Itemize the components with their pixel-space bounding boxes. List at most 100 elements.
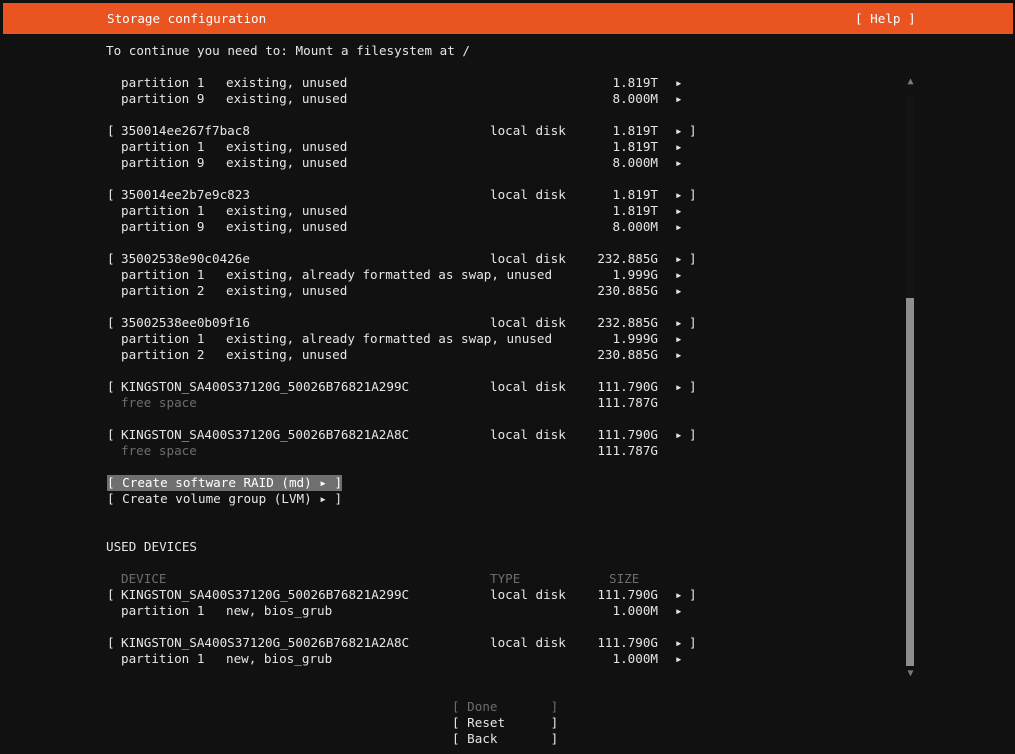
used-device-size: 111.790G [597, 635, 658, 650]
partition-desc: existing, unused [226, 347, 348, 362]
used-device-menu-arrow[interactable]: ▸ [675, 587, 683, 603]
used-device-menu-arrow[interactable]: ▸ [675, 635, 683, 651]
partition-size: 1.000M [612, 651, 659, 666]
partition-size: 1.819T [612, 203, 659, 218]
device-name[interactable]: 350014ee267f7bac8 [121, 123, 250, 139]
free-space-size: 111.787G [597, 395, 658, 410]
partition-desc: new, bios_grub [226, 651, 333, 666]
partition-menu-arrow[interactable]: ▸ [675, 267, 683, 283]
device-name[interactable]: KINGSTON_SA400S37120G_50026B76821A2A8C [121, 427, 409, 443]
header-bar: Storage configuration [ Help ] [3, 3, 1013, 34]
partition-label: partition 2 [121, 347, 205, 362]
device-size: 111.790G [597, 379, 658, 394]
partition-desc: existing, unused [226, 203, 348, 218]
used-device-type: local disk [490, 587, 566, 602]
partition-label: partition 1 [121, 139, 205, 154]
done-button[interactable]: [ Done ] [452, 699, 558, 715]
partition-menu-arrow[interactable]: ▸ [675, 331, 683, 347]
device-open-bracket: [ [107, 315, 115, 330]
device-menu-arrow[interactable]: ▸ [675, 427, 683, 443]
used-device-name[interactable]: KINGSTON_SA400S37120G_50026B76821A2A8C [121, 635, 409, 651]
device-type: local disk [490, 315, 566, 330]
column-header-type: TYPE [490, 571, 521, 586]
device-name[interactable]: 350014ee2b7e9c823 [121, 187, 250, 203]
scroll-up-arrow-icon[interactable]: ▲ [906, 76, 915, 88]
device-menu-arrow[interactable]: ▸ [675, 187, 683, 203]
partition-size: 8.000M [612, 219, 659, 234]
partition-menu-arrow[interactable]: ▸ [675, 75, 683, 91]
partition-label: partition 9 [121, 219, 205, 234]
partition-menu-arrow[interactable]: ▸ [675, 139, 683, 155]
device-size: 232.885G [597, 251, 658, 266]
page-title: Storage configuration [107, 11, 267, 26]
device-close-bracket: ] [689, 379, 697, 394]
instruction-text: To continue you need to: Mount a filesys… [106, 43, 470, 58]
device-name[interactable]: 35002538ee0b09f16 [121, 315, 250, 331]
device-type: local disk [490, 251, 566, 266]
reset-button[interactable]: [ Reset ] [452, 715, 558, 731]
free-space-label: free space [121, 395, 197, 410]
partition-menu-arrow[interactable]: ▸ [675, 347, 683, 363]
create-lvm-button[interactable]: [ Create volume group (LVM) ▸ ] [107, 491, 342, 507]
free-space-size: 111.787G [597, 443, 658, 458]
help-button[interactable]: [ Help ] [855, 11, 916, 27]
device-name[interactable]: 35002538e90c0426e [121, 251, 250, 267]
partition-label: partition 1 [121, 203, 205, 218]
partition-size: 1.819T [612, 75, 659, 90]
partition-label: partition 1 [121, 75, 205, 90]
used-device-type: local disk [490, 635, 566, 650]
device-open-bracket: [ [107, 187, 115, 202]
partition-menu-arrow[interactable]: ▸ [675, 283, 683, 299]
device-size: 1.819T [612, 187, 659, 202]
column-header-device: DEVICE [121, 571, 167, 586]
device-menu-arrow[interactable]: ▸ [675, 379, 683, 395]
device-close-bracket: ] [689, 123, 697, 138]
device-size: 232.885G [597, 315, 658, 330]
partition-label: partition 9 [121, 91, 205, 106]
device-open-bracket: [ [107, 587, 115, 602]
device-close-bracket: ] [689, 587, 697, 602]
partition-desc: existing, unused [226, 283, 348, 298]
partition-menu-arrow[interactable]: ▸ [675, 203, 683, 219]
device-menu-arrow[interactable]: ▸ [675, 251, 683, 267]
scroll-down-arrow-icon[interactable]: ▼ [906, 668, 915, 680]
partition-menu-arrow[interactable]: ▸ [675, 219, 683, 235]
used-device-size: 111.790G [597, 587, 658, 602]
partition-size: 1.999G [612, 267, 659, 282]
device-open-bracket: [ [107, 379, 115, 394]
partition-desc: existing, unused [226, 219, 348, 234]
partition-menu-arrow[interactable]: ▸ [675, 155, 683, 171]
installer-screen: Storage configuration [ Help ] To contin… [0, 0, 1015, 754]
device-menu-arrow[interactable]: ▸ [675, 123, 683, 139]
device-close-bracket: ] [689, 427, 697, 442]
partition-desc: existing, unused [226, 75, 348, 90]
partition-label: partition 1 [121, 331, 205, 346]
partition-desc: new, bios_grub [226, 603, 333, 618]
partition-label: partition 9 [121, 155, 205, 170]
partition-menu-arrow[interactable]: ▸ [675, 91, 683, 107]
partition-desc: existing, unused [226, 91, 348, 106]
device-name[interactable]: KINGSTON_SA400S37120G_50026B76821A299C [121, 379, 409, 395]
device-size: 111.790G [597, 427, 658, 442]
device-type: local disk [490, 427, 566, 442]
free-space-label: free space [121, 443, 197, 458]
partition-size: 1.999G [612, 331, 659, 346]
partition-menu-arrow[interactable]: ▸ [675, 603, 683, 619]
device-type: local disk [490, 123, 566, 138]
create-raid-button[interactable]: [ Create software RAID (md) ▸ ] [107, 475, 343, 491]
used-device-name[interactable]: KINGSTON_SA400S37120G_50026B76821A299C [121, 587, 409, 603]
partition-desc: existing, unused [226, 155, 348, 170]
device-close-bracket: ] [689, 251, 697, 266]
device-close-bracket: ] [689, 187, 697, 202]
partition-desc: existing, already formatted as swap, unu… [226, 267, 553, 282]
back-button[interactable]: [ Back ] [452, 731, 558, 747]
device-type: local disk [490, 379, 566, 394]
scrollbar-thumb[interactable] [906, 298, 914, 666]
partition-label: partition 1 [121, 267, 205, 282]
partition-menu-arrow[interactable]: ▸ [675, 651, 683, 667]
partition-label: partition 1 [121, 651, 205, 666]
partition-size: 1.819T [612, 139, 659, 154]
partition-size: 1.000M [612, 603, 659, 618]
device-menu-arrow[interactable]: ▸ [675, 315, 683, 331]
partition-label: partition 1 [121, 603, 205, 618]
